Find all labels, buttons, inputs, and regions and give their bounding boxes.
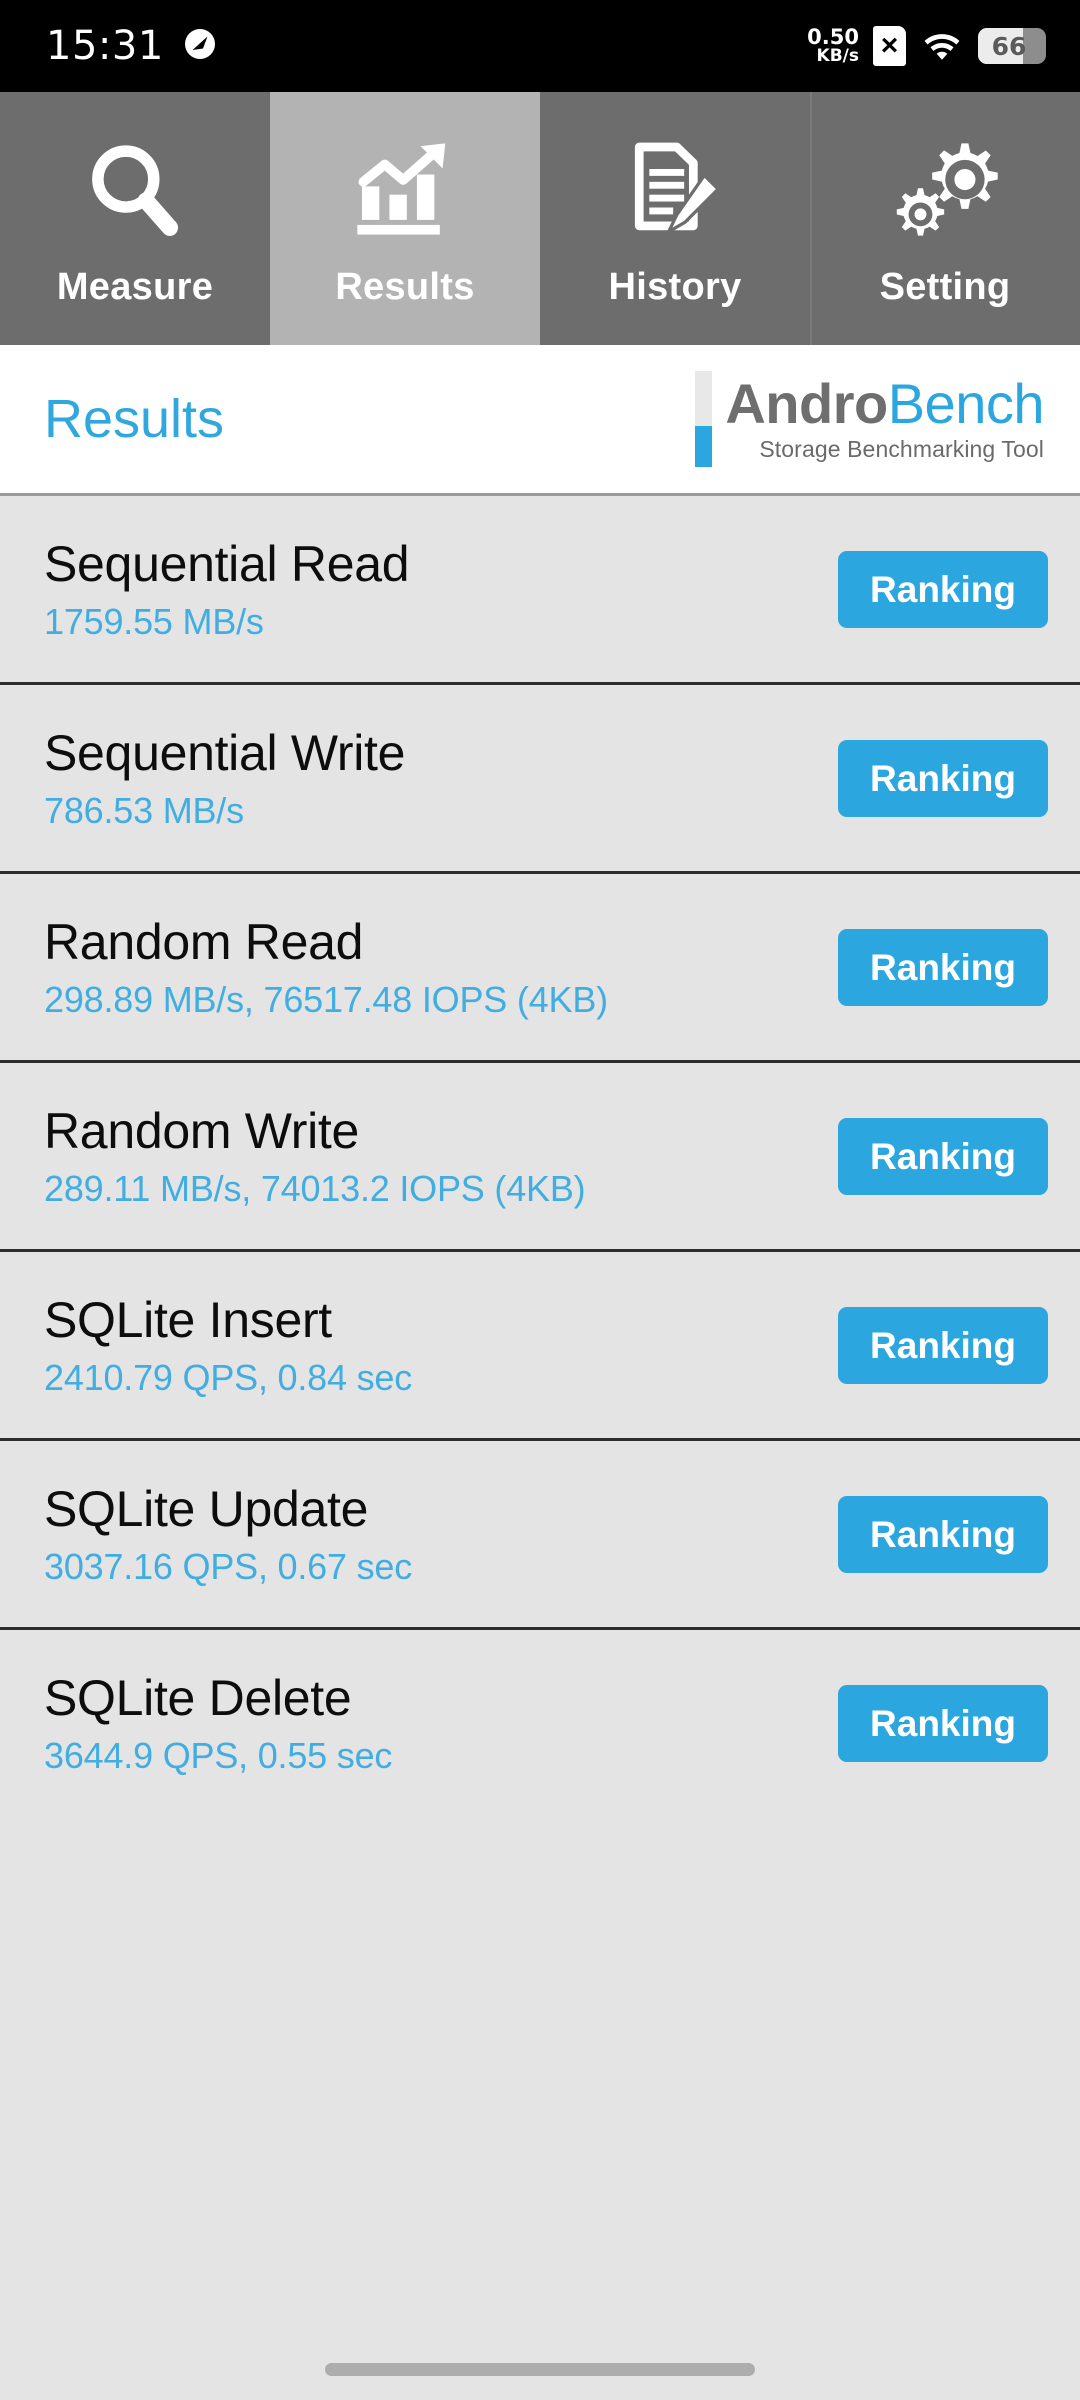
speedometer-icon [182, 26, 218, 67]
network-speed-value: 0.50 [807, 25, 859, 49]
result-text-group: SQLite Update 3037.16 QPS, 0.67 sec [44, 1480, 412, 1588]
logo-primary-text: Andro [725, 372, 888, 436]
bar-chart-arrow-icon [350, 128, 460, 246]
result-value: 298.89 MB/s, 76517.48 IOPS (4KB) [44, 979, 608, 1020]
page-title: Results [44, 389, 225, 449]
battery-indicator: 66 [978, 28, 1046, 64]
status-bar-clock: 15:31 [46, 23, 164, 69]
table-row[interactable]: SQLite Delete 3644.9 QPS, 0.55 sec Ranki… [0, 1627, 1080, 1816]
logo-secondary-text: Bench [887, 372, 1045, 436]
gesture-home-pill[interactable] [325, 2362, 755, 2376]
ranking-button[interactable]: Ranking [838, 1684, 1048, 1762]
androbench-logo: AndroBench Storage Benchmarking Tool [695, 371, 1050, 467]
tab-measure-label: Measure [56, 266, 214, 308]
tab-bar: Measure Results History Setting [0, 92, 1080, 345]
results-list: Sequential Read 1759.55 MB/s Ranking Seq… [0, 493, 1080, 1816]
status-bar: 15:31 0.50 KB/s × 66 [0, 0, 1080, 92]
result-value: 786.53 MB/s [44, 790, 244, 831]
result-title: Random Read [44, 914, 364, 970]
sim-card-no-service-icon [873, 26, 906, 66]
logo-bar-top [695, 371, 713, 427]
tab-results-label: Results [335, 266, 475, 308]
logo-accent-bar [695, 371, 713, 467]
tab-history[interactable]: History [540, 92, 810, 345]
ranking-button[interactable]: Ranking [838, 550, 1048, 628]
result-title: Sequential Read [44, 536, 410, 592]
result-value: 1759.55 MB/s [44, 601, 264, 642]
result-text-group: Sequential Write 786.53 MB/s [44, 724, 405, 832]
document-pencil-icon [620, 128, 730, 246]
network-speed-indicator: 0.50 KB/s [807, 27, 859, 65]
result-text-group: SQLite Insert 2410.79 QPS, 0.84 sec [44, 1291, 412, 1399]
table-row[interactable]: SQLite Insert 2410.79 QPS, 0.84 sec Rank… [0, 1249, 1080, 1438]
result-value: 3644.9 QPS, 0.55 sec [44, 1735, 393, 1776]
result-text-group: Random Write 289.11 MB/s, 74013.2 IOPS (… [44, 1102, 586, 1210]
result-title: Sequential Write [44, 725, 406, 781]
ranking-button[interactable]: Ranking [838, 739, 1048, 817]
logo-text-group: AndroBench Storage Benchmarking Tool [725, 371, 1044, 467]
ranking-button[interactable]: Ranking [838, 1495, 1048, 1573]
gears-icon [890, 128, 1000, 246]
tab-history-label: History [608, 266, 742, 308]
system-navigation-bar [0, 2338, 1080, 2400]
logo-bar-bottom [695, 426, 713, 467]
tab-setting[interactable]: Setting [810, 92, 1080, 345]
result-value: 2410.79 QPS, 0.84 sec [44, 1357, 413, 1398]
result-title: Random Write [44, 1103, 360, 1159]
table-row[interactable]: Sequential Write 786.53 MB/s Ranking [0, 682, 1080, 871]
tab-measure[interactable]: Measure [0, 92, 270, 345]
page-header: Results AndroBench Storage Benchmarking … [0, 345, 1080, 493]
wifi-icon [920, 26, 964, 67]
ranking-button[interactable]: Ranking [838, 928, 1048, 1006]
table-row[interactable]: SQLite Update 3037.16 QPS, 0.67 sec Rank… [0, 1438, 1080, 1627]
battery-level-label: 66 [991, 31, 1027, 61]
table-row[interactable]: Random Read 298.89 MB/s, 76517.48 IOPS (… [0, 871, 1080, 1060]
table-row[interactable]: Random Write 289.11 MB/s, 74013.2 IOPS (… [0, 1060, 1080, 1249]
logo-tagline: Storage Benchmarking Tool [759, 435, 1044, 462]
result-value: 3037.16 QPS, 0.67 sec [44, 1546, 413, 1587]
tab-setting-label: Setting [879, 266, 1011, 308]
result-title: SQLite Update [44, 1481, 369, 1537]
app-screen: 15:31 0.50 KB/s × 66 Measure Results His… [0, 0, 1080, 2400]
result-text-group: Random Read 298.89 MB/s, 76517.48 IOPS (… [44, 913, 608, 1021]
status-bar-left: 15:31 [46, 23, 218, 69]
ranking-button[interactable]: Ranking [838, 1117, 1048, 1195]
empty-space [0, 1816, 1080, 2400]
ranking-button[interactable]: Ranking [838, 1306, 1048, 1384]
table-row[interactable]: Sequential Read 1759.55 MB/s Ranking [0, 493, 1080, 682]
logo-wordmark: AndroBench [725, 375, 1044, 433]
result-text-group: Sequential Read 1759.55 MB/s [44, 535, 410, 643]
result-title: SQLite Delete [44, 1670, 352, 1726]
status-bar-right: 0.50 KB/s 66 [807, 26, 1046, 67]
network-speed-unit: KB/s [816, 46, 859, 66]
result-title: SQLite Insert [44, 1292, 332, 1348]
result-text-group: SQLite Delete 3644.9 QPS, 0.55 sec [44, 1669, 392, 1777]
tab-results[interactable]: Results [270, 92, 540, 345]
magnifier-icon [80, 128, 190, 246]
result-value: 289.11 MB/s, 74013.2 IOPS (4KB) [44, 1168, 586, 1209]
